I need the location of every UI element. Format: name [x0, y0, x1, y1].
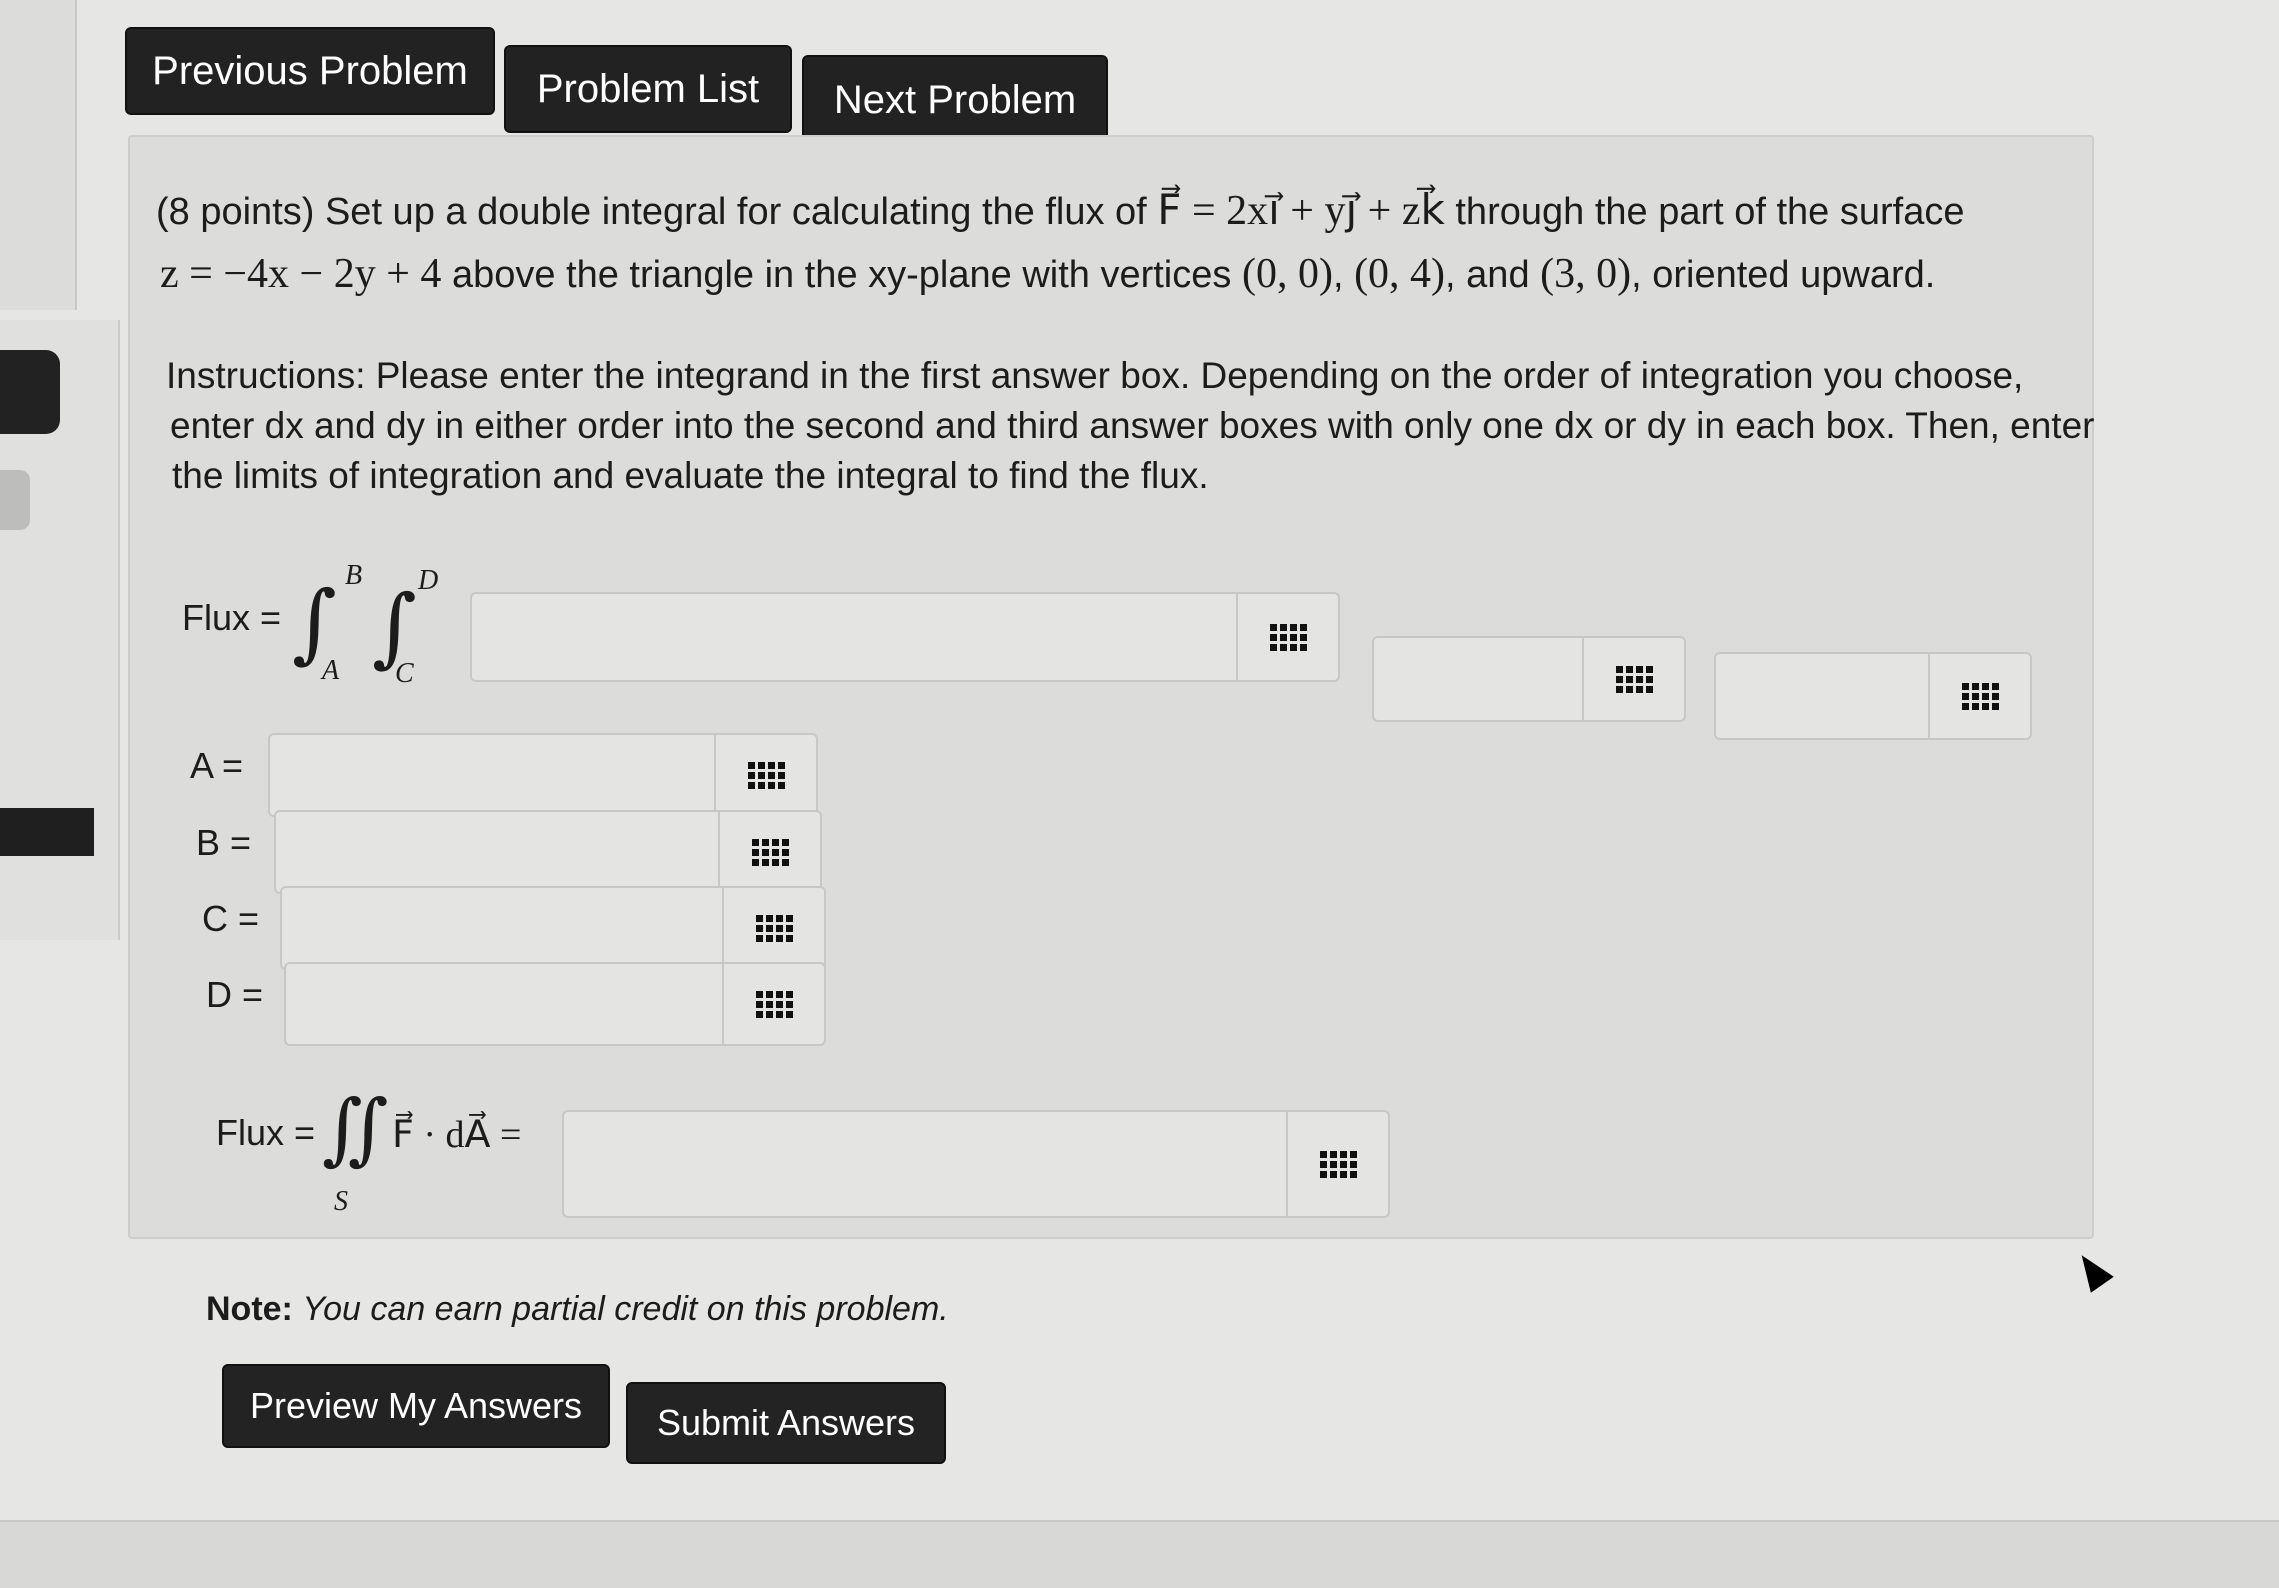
note-label: Note:	[206, 1290, 293, 1328]
problem-statement-line-2: z = −4x − 2y + 4 above the triangle in t…	[160, 251, 1936, 297]
instructions-line-2: enter dx and dy in either order into the…	[170, 405, 2095, 446]
partial-credit-note: Note: You can earn partial credit on thi…	[206, 1290, 949, 1329]
problem-line1-suffix: through the part of the surface	[1455, 191, 1965, 233]
limit-d-answer-box[interactable]	[284, 962, 826, 1046]
equation-editor-grid-icon	[1961, 682, 1999, 710]
limit-b-equation-editor-button[interactable]	[718, 812, 820, 892]
inner-lower-limit: C	[395, 658, 414, 689]
sidebar-active-bar[interactable]	[0, 808, 94, 856]
instructions-line-1: Instructions: Please enter the integrand…	[166, 355, 2024, 396]
second-differential-answer-box[interactable]	[1714, 652, 2032, 740]
flux-result-label: Flux =	[216, 1112, 316, 1153]
first-differential-equation-editor-button[interactable]	[1582, 638, 1684, 720]
limit-c-label: C =	[202, 898, 260, 939]
equation-editor-grid-icon	[751, 838, 789, 866]
submit-answers-button[interactable]: Submit Answers	[626, 1382, 946, 1464]
surface-region-label: S	[334, 1186, 348, 1217]
limit-c-equation-editor-button[interactable]	[722, 888, 824, 968]
mouse-cursor-icon	[2070, 1247, 2114, 1293]
integrand-equation-editor-button[interactable]	[1236, 594, 1338, 680]
previous-problem-button[interactable]: Previous Problem	[125, 27, 495, 115]
limit-a-answer-box[interactable]	[268, 733, 818, 817]
problem-list-button[interactable]: Problem List	[504, 45, 792, 133]
limit-d-label: D =	[206, 974, 264, 1015]
integrand-answer-box[interactable]	[470, 592, 1340, 682]
limit-d-equation-editor-button[interactable]	[722, 964, 824, 1044]
limit-a-label: A =	[190, 745, 244, 786]
outer-upper-limit: B	[345, 560, 363, 591]
preview-answers-button[interactable]: Preview My Answers	[222, 1364, 610, 1448]
surface-equation: z = −4x − 2y + 4	[160, 251, 442, 297]
inner-upper-limit: D	[418, 565, 439, 596]
instructions-line-3: the limits of integration and evaluate t…	[172, 455, 1209, 496]
problem-line2-end: , oriented upward.	[1631, 254, 1936, 296]
next-problem-button[interactable]: Next Problem	[802, 55, 1108, 145]
problem-statement-line-1: (8 points) Set up a double integral for …	[156, 185, 1964, 235]
outer-integral-sign: ∫	[292, 573, 337, 673]
screen-bottom-edge	[0, 1520, 2279, 1588]
flux-dot-product: F⃗ · dA⃗ =	[392, 1114, 522, 1156]
equation-editor-grid-icon	[1319, 1150, 1357, 1178]
problem-prefix: (8 points) Set up a double integral for …	[156, 191, 1147, 233]
limit-c-answer-box[interactable]	[280, 886, 826, 970]
second-differential-equation-editor-button[interactable]	[1928, 654, 2030, 738]
vertex-2: (0, 4)	[1354, 251, 1446, 297]
problem-line2-mid: above the triangle in the xy-plane with …	[451, 254, 1232, 296]
limit-b-label: B =	[196, 822, 252, 863]
equation-editor-grid-icon	[1615, 665, 1653, 693]
first-differential-answer-box[interactable]	[1372, 636, 1686, 722]
equation-editor-grid-icon	[747, 761, 785, 789]
sidebar-tab-secondary[interactable]	[0, 470, 30, 530]
limit-b-answer-box[interactable]	[274, 810, 822, 894]
outer-lower-limit: A	[322, 655, 340, 686]
vertex-1: (0, 0)	[1241, 251, 1333, 297]
flux-answer-box[interactable]	[562, 1110, 1390, 1218]
equation-editor-grid-icon	[1269, 623, 1307, 651]
flux-setup-label: Flux =	[182, 597, 282, 638]
flux-equation-editor-button[interactable]	[1286, 1112, 1388, 1216]
equation-editor-grid-icon	[755, 914, 793, 942]
double-integral-sign: ∬	[322, 1084, 389, 1174]
vector-field: F⃗ = 2xi⃗ + yj⃗ + zk⃗	[1157, 188, 1445, 234]
sidebar-tab[interactable]	[0, 350, 60, 434]
note-text: You can earn partial credit on this prob…	[302, 1290, 949, 1328]
and-word: and	[1466, 254, 1530, 296]
limit-a-equation-editor-button[interactable]	[714, 735, 816, 815]
vertex-3: (3, 0)	[1540, 251, 1632, 297]
equation-editor-grid-icon	[755, 990, 793, 1018]
sidebar-panel	[0, 0, 77, 310]
